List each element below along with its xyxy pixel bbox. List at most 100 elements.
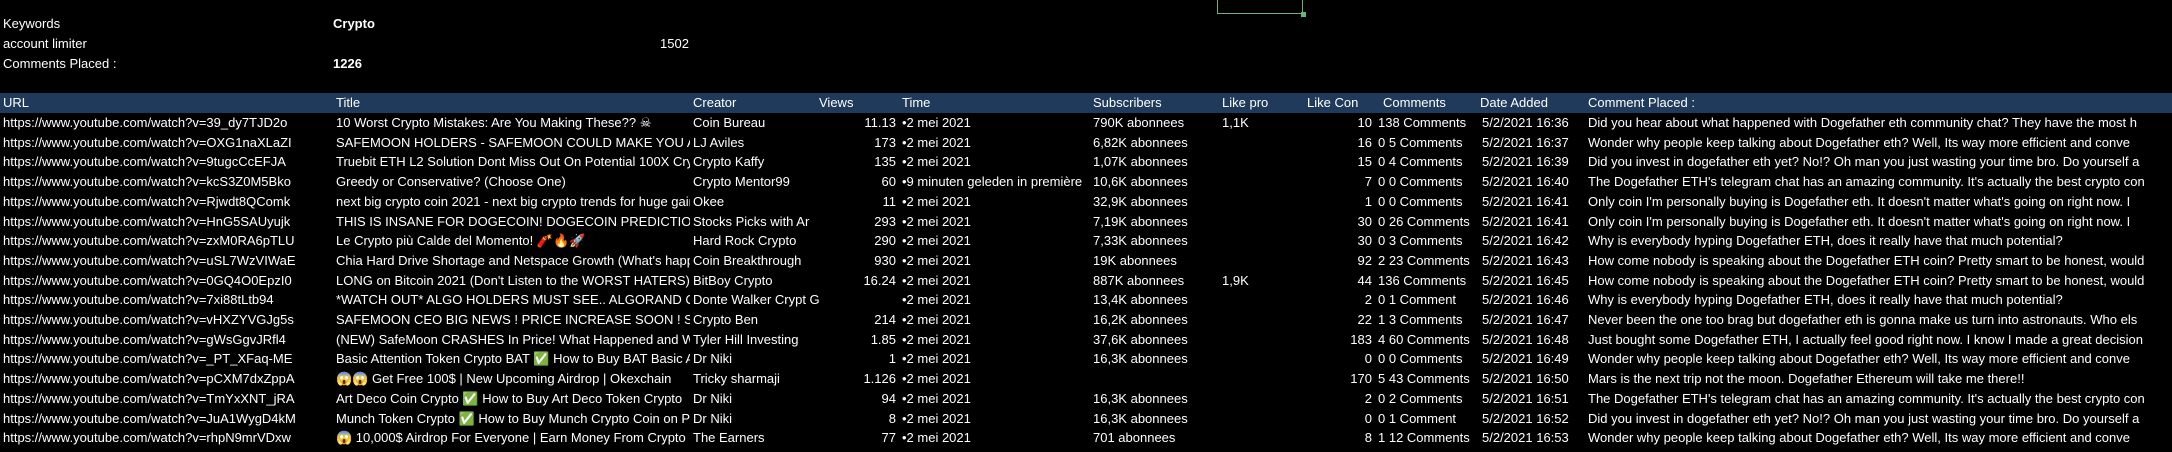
cell-url[interactable]: https://www.youtube.com/watch?v=rhpN9mrV…: [0, 428, 333, 448]
cell-creator[interactable]: BitBoy Crypto: [690, 271, 819, 291]
cell-comments[interactable]: 0 0 Comments: [1375, 172, 1479, 192]
selected-cell[interactable]: [1217, 0, 1306, 17]
cell-views[interactable]: 94: [819, 389, 899, 409]
cell-comments[interactable]: 0 26 Comments: [1375, 212, 1479, 232]
cell-subscribers[interactable]: 887K abonnees: [1090, 271, 1219, 291]
header-creator[interactable]: Creator: [690, 93, 819, 113]
cell-like-pro[interactable]: [1219, 152, 1307, 172]
cell-views[interactable]: 135: [819, 152, 899, 172]
cell-like-con[interactable]: 30: [1307, 231, 1375, 251]
header-date-added[interactable]: Date Added: [1479, 93, 1585, 113]
cell-url[interactable]: https://www.youtube.com/watch?v=zxM0RA6p…: [0, 231, 333, 251]
cell-creator[interactable]: Okee: [690, 192, 819, 212]
cell-views[interactable]: 11.13: [819, 113, 899, 133]
cell-title[interactable]: Le Crypto più Calde del Momento! 🧨🔥🚀: [333, 231, 690, 251]
cell-like-pro[interactable]: [1219, 369, 1307, 389]
cell-time[interactable]: •2 mei 2021: [899, 231, 1090, 251]
cell-like-pro[interactable]: [1219, 330, 1307, 350]
cell-date-added[interactable]: 5/2/2021 16:45: [1479, 271, 1585, 291]
cell-like-pro[interactable]: [1219, 310, 1307, 330]
cell-time[interactable]: •2 mei 2021: [899, 428, 1090, 448]
cell-date-added[interactable]: 5/2/2021 16:37: [1479, 133, 1585, 153]
cell-title[interactable]: Art Deco Coin Crypto ✅ How to Buy Art De…: [333, 389, 690, 409]
cell-time[interactable]: •2 mei 2021: [899, 369, 1090, 389]
cell-date-added[interactable]: 5/2/2021 16:48: [1479, 330, 1585, 350]
cell-comment-placed[interactable]: Only coin I'm personally buying is Dogef…: [1585, 212, 2172, 232]
cell-views[interactable]: 1.85: [819, 330, 899, 350]
cell-time[interactable]: •2 mei 2021: [899, 310, 1090, 330]
cell-creator[interactable]: Tyler Hill Investing: [690, 330, 819, 350]
cell-views[interactable]: 16.24: [819, 271, 899, 291]
cell-comments[interactable]: 0 1 Comment: [1375, 409, 1479, 429]
comments-placed-value[interactable]: 1226: [333, 54, 362, 74]
cell-creator[interactable]: Crypto Kaffy: [690, 152, 819, 172]
cell-creator[interactable]: Hard Rock Crypto: [690, 231, 819, 251]
cell-subscribers[interactable]: 16,3K abonnees: [1090, 349, 1219, 369]
cell-creator[interactable]: Crypto Mentor99: [690, 172, 819, 192]
cell-subscribers[interactable]: 37,6K abonnees: [1090, 330, 1219, 350]
cell-comment-placed[interactable]: Did you hear about what happened with Do…: [1585, 113, 2172, 133]
cell-date-added[interactable]: 5/2/2021 16:41: [1479, 212, 1585, 232]
cell-subscribers[interactable]: 790K abonnees: [1090, 113, 1219, 133]
cell-comments[interactable]: 5 43 Comments: [1375, 369, 1479, 389]
cell-creator[interactable]: Tricky sharmaji: [690, 369, 819, 389]
cell-creator[interactable]: Donte Walker Crypt Geen: [690, 290, 819, 310]
cell-url[interactable]: https://www.youtube.com/watch?v=_PT_XFaq…: [0, 349, 333, 369]
cell-url[interactable]: https://www.youtube.com/watch?v=gWsGgvJR…: [0, 330, 333, 350]
cell-comments[interactable]: 2 23 Comments: [1375, 251, 1479, 271]
cell-like-con[interactable]: 16: [1307, 133, 1375, 153]
cell-date-added[interactable]: 5/2/2021 16:36: [1479, 113, 1585, 133]
cell-time[interactable]: •2 mei 2021: [899, 389, 1090, 409]
cell-like-con[interactable]: 30: [1307, 212, 1375, 232]
cell-comment-placed[interactable]: The Dogefather ETH's telegram chat has a…: [1585, 172, 2172, 192]
cell-comment-placed[interactable]: Wonder why people keep talking about Dog…: [1585, 349, 2172, 369]
cell-like-con[interactable]: 183: [1307, 330, 1375, 350]
cell-title[interactable]: next big crypto coin 2021 - next big cry…: [333, 192, 690, 212]
cell-like-con[interactable]: 8: [1307, 428, 1375, 448]
cell-like-con[interactable]: 0: [1307, 349, 1375, 369]
cell-like-con[interactable]: 1: [1307, 192, 1375, 212]
cell-url[interactable]: https://www.youtube.com/watch?v=pCXM7dxZ…: [0, 369, 333, 389]
cell-url[interactable]: https://www.youtube.com/watch?v=Rjwdt8QC…: [0, 192, 333, 212]
cell-url[interactable]: https://www.youtube.com/watch?v=0GQ4O0Ep…: [0, 271, 333, 291]
cell-url[interactable]: https://www.youtube.com/watch?v=39_dy7TJ…: [0, 113, 333, 133]
cell-comment-placed[interactable]: Just bought some Dogefather ETH, I actua…: [1585, 330, 2172, 350]
cell-comments[interactable]: 0 4 Comments: [1375, 152, 1479, 172]
cell-date-added[interactable]: 5/2/2021 16:52: [1479, 409, 1585, 429]
cell-like-pro[interactable]: [1219, 231, 1307, 251]
cell-url[interactable]: https://www.youtube.com/watch?v=vHXZYVGJ…: [0, 310, 333, 330]
cell-like-con[interactable]: 0: [1307, 409, 1375, 429]
cell-subscribers[interactable]: 16,3K abonnees: [1090, 409, 1219, 429]
cell-comments[interactable]: 4 60 Comments: [1375, 330, 1479, 350]
cell-title[interactable]: Munch Token Crypto ✅ How to Buy Munch Cr…: [333, 409, 690, 429]
cell-like-con[interactable]: 15: [1307, 152, 1375, 172]
cell-comment-placed[interactable]: Did you invest in dogefather eth yet? No…: [1585, 152, 2172, 172]
cell-title[interactable]: LONG on Bitcoin 2021 (Don't Listen to th…: [333, 271, 690, 291]
cell-comment-placed[interactable]: Wonder why people keep talking about Dog…: [1585, 133, 2172, 153]
cell-subscribers[interactable]: 16,3K abonnees: [1090, 389, 1219, 409]
cell-like-con[interactable]: 44: [1307, 271, 1375, 291]
cell-views[interactable]: 173: [819, 133, 899, 153]
cell-comments[interactable]: 0 2 Comments: [1375, 389, 1479, 409]
cell-date-added[interactable]: 5/2/2021 16:40: [1479, 172, 1585, 192]
cell-comments[interactable]: 0 5 Comments: [1375, 133, 1479, 153]
cell-creator[interactable]: The Earners: [690, 428, 819, 448]
cell-views[interactable]: 214: [819, 310, 899, 330]
header-views[interactable]: Views: [819, 93, 899, 113]
cell-title[interactable]: 😱😱 Get Free 100$ | New Upcoming Airdrop …: [333, 369, 690, 389]
cell-title[interactable]: 😱 10,000$ Airdrop For Everyone | Earn Mo…: [333, 428, 690, 448]
cell-comment-placed[interactable]: Only coin I'm personally buying is Dogef…: [1585, 192, 2172, 212]
cell-comment-placed[interactable]: Mars is the next trip not the moon. Doge…: [1585, 369, 2172, 389]
account-limiter-value[interactable]: 1502: [660, 34, 689, 54]
cell-comment-placed[interactable]: How come nobody is speaking about the Do…: [1585, 271, 2172, 291]
cell-date-added[interactable]: 5/2/2021 16:39: [1479, 152, 1585, 172]
cell-time[interactable]: •2 mei 2021: [899, 330, 1090, 350]
cell-subscribers[interactable]: 701 abonnees: [1090, 428, 1219, 448]
cell-comments[interactable]: 138 Comments: [1375, 113, 1479, 133]
cell-title[interactable]: SAFEMOON HOLDERS - SAFEMOON COULD MAKE Y…: [333, 133, 690, 153]
cell-title[interactable]: 10 Worst Crypto Mistakes: Are You Making…: [333, 113, 690, 133]
cell-creator[interactable]: Crypto Ben: [690, 310, 819, 330]
cell-time[interactable]: •2 mei 2021: [899, 349, 1090, 369]
cell-views[interactable]: [819, 290, 899, 310]
cell-like-con[interactable]: 7: [1307, 172, 1375, 192]
